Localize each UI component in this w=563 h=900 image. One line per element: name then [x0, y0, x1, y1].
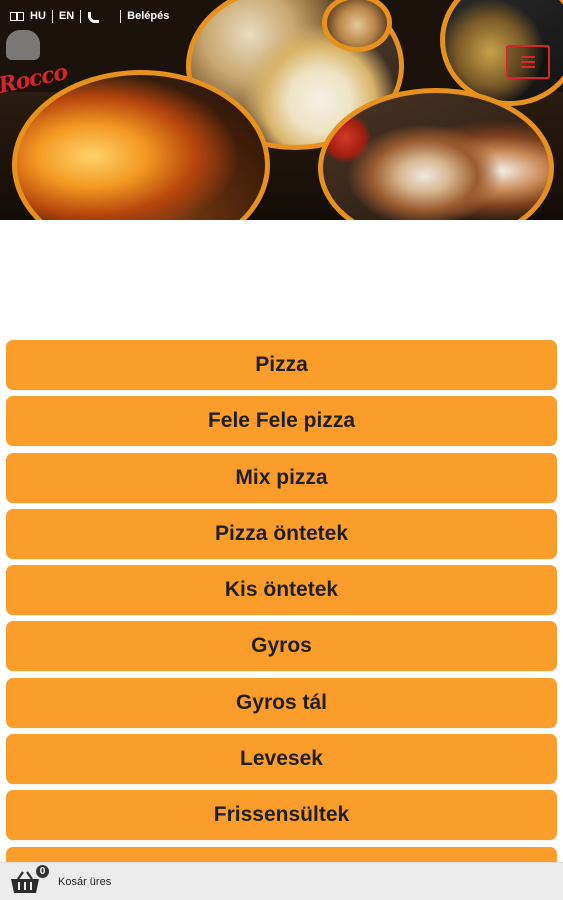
login-link[interactable]: Belépés — [127, 10, 169, 22]
category-levesek[interactable]: Levesek — [6, 734, 557, 785]
category-mix-pizza[interactable]: Mix pizza — [6, 452, 557, 503]
hamburger-menu-button[interactable] — [506, 45, 550, 79]
cart-count-badge: 0 — [34, 862, 51, 880]
logo[interactable]: Rocco — [0, 26, 76, 99]
logo-text: Rocco — [0, 59, 70, 99]
divider — [51, 9, 53, 23]
category-fele-fele-pizza[interactable]: Fele Fele pizza — [6, 396, 557, 447]
category-gyros-tal[interactable]: Gyros tál — [6, 677, 557, 728]
language-en-link[interactable]: EN — [59, 10, 74, 22]
category-pizza[interactable]: Pizza — [6, 340, 557, 390]
cart-bar[interactable]: 0 Kosár üres — [0, 862, 563, 900]
chef-hat-icon — [6, 30, 40, 60]
category-pizza-ontetek[interactable]: Pizza öntetek — [6, 508, 557, 559]
basket-icon[interactable]: 0 — [9, 862, 51, 895]
phone-icon[interactable] — [87, 11, 100, 23]
language-flag-icon — [10, 11, 24, 21]
category-frissensultek[interactable]: Frissensültek — [6, 790, 557, 841]
language-hu-link[interactable]: HU — [30, 10, 46, 22]
category-kis-ontetek[interactable]: Kis öntetek — [6, 565, 557, 616]
category-list: Pizza Fele Fele pizza Mix pizza Pizza ön… — [6, 340, 557, 900]
cart-status-label: Kosár üres — [58, 875, 112, 888]
category-gyros[interactable]: Gyros — [6, 621, 557, 672]
hamburger-icon — [521, 56, 535, 58]
top-bar: HU EN Belépés — [10, 8, 169, 24]
divider — [80, 9, 82, 23]
divider — [120, 9, 122, 23]
hero-banner: Rocco HU EN Belépés — [0, 0, 563, 220]
